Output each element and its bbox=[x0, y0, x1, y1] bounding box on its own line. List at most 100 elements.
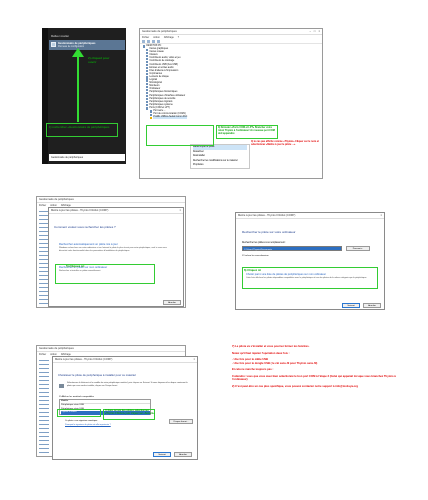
device-icon bbox=[146, 64, 149, 67]
bg2-menu[interactable]: Fichier bbox=[39, 353, 46, 356]
port-icon bbox=[150, 113, 153, 116]
callout-7-list-box bbox=[57, 409, 101, 417]
sd-next-button[interactable]: Suivant bbox=[153, 452, 171, 457]
device-icon bbox=[146, 91, 149, 95]
option-auto-desc: Windows recherchera sur votre ordinateur… bbox=[59, 247, 167, 252]
bd-path-input[interactable]: C:\Users\Thymio\Documents bbox=[242, 246, 342, 251]
update-driver-dialog: Mettre à jour les pilotes - Thymio II Ro… bbox=[48, 207, 184, 307]
close-icon[interactable]: × bbox=[380, 214, 382, 217]
sd-titlebar: Mettre à jour les pilotes - Thymio II Ro… bbox=[53, 357, 197, 363]
sd-signed-note: Ce pilote a une signature numérique. bbox=[65, 420, 98, 422]
menu-fichier[interactable]: Fichier bbox=[142, 36, 149, 39]
arrow-head-icon bbox=[72, 48, 84, 57]
dm-tree: DESKTOP-PC Cartes graphiques Cartes rése… bbox=[140, 44, 322, 120]
dm-context-menu: Mettre à jour le pilote Désactiver Désin… bbox=[190, 144, 250, 169]
section-label: Meilleur résultat bbox=[51, 35, 69, 38]
ports-highlight bbox=[146, 125, 214, 146]
callout-2: 2) cliqued pour ouvrir bbox=[88, 56, 110, 64]
bg-title: Gestionnaire de périphériques bbox=[39, 198, 74, 201]
minimize-icon[interactable]: – bbox=[309, 30, 310, 33]
device-icon bbox=[146, 104, 149, 107]
search-text: Gestionnaire de périphériques bbox=[51, 156, 84, 159]
sd-compatible-checkbox[interactable]: ☑ Afficher les matériels compatibles bbox=[59, 395, 94, 398]
bd-subfolders[interactable]: ☑ Inclure les sous-dossiers bbox=[242, 254, 269, 257]
bd-titlebar: Mettre à jour les pilotes - Thymio II Ro… bbox=[236, 213, 384, 219]
close-icon[interactable]: × bbox=[193, 358, 195, 361]
sd-cancel-button[interactable]: Annuler bbox=[174, 452, 192, 457]
bd-subfolders-label: Inclure les sous-dossiers bbox=[244, 255, 269, 257]
device-icon bbox=[146, 101, 149, 104]
notes-block: 7) Le pilote va s'installer et vous pour… bbox=[232, 345, 402, 388]
device-icon bbox=[146, 85, 149, 88]
callout-6: 6) Cliquez ici bbox=[244, 268, 262, 272]
bg-menu[interactable]: Fichier bbox=[39, 204, 46, 207]
device-icon bbox=[146, 73, 149, 76]
device-icon bbox=[146, 67, 149, 70]
menu-properties[interactable]: Propriétés bbox=[193, 163, 247, 168]
maximize-icon[interactable]: □ bbox=[314, 30, 316, 33]
bd-next-button[interactable]: Suivant bbox=[342, 303, 360, 308]
sd-heading: Choisissez le pilote de périphérique à i… bbox=[58, 373, 136, 377]
dm-title: Gestionnaire de périphériques bbox=[142, 30, 177, 33]
device-manager-icon bbox=[51, 42, 56, 47]
sd-title: Mettre à jour les pilotes - Thymio II Ro… bbox=[55, 358, 113, 361]
best-result[interactable]: Gestionnaire de périphériques Panneau de… bbox=[49, 40, 125, 50]
sd-disk-button[interactable]: Disque fourni... bbox=[169, 419, 193, 424]
device-icon bbox=[146, 70, 149, 73]
callout-7: 7) Dans la liste des pilotes, sélectionn… bbox=[105, 410, 155, 415]
bg2-title: Gestionnaire de périphériques bbox=[39, 347, 74, 350]
device-icon bbox=[146, 94, 149, 98]
menu-help[interactable]: ? bbox=[178, 36, 179, 39]
search-box[interactable]: Gestionnaire de périphériques bbox=[49, 154, 125, 161]
note-1: 7) Le pilote va s'installer et vous pour… bbox=[232, 345, 310, 348]
device-icon bbox=[146, 82, 149, 85]
note-7: 2) C'est peut-être un cas plus spécifiqu… bbox=[232, 384, 359, 388]
device-icon bbox=[146, 79, 149, 82]
port-icon bbox=[146, 107, 149, 110]
back-icon[interactable] bbox=[142, 39, 145, 43]
bd-path-value: C:\Users\Thymio\Documents bbox=[244, 249, 272, 251]
callout-3: 3) Dérouler «Ports COM et LPT» Brancher … bbox=[218, 126, 275, 135]
note-5: Et cela ne marche toujours pas : bbox=[232, 368, 274, 371]
device-icon bbox=[146, 60, 149, 64]
bd-heading: Rechercher le pilote sur votre ordinateu… bbox=[242, 230, 296, 234]
browse-driver-dialog: Mettre à jour les pilotes - Thymio II Ro… bbox=[235, 212, 385, 310]
start-search-panel: Meilleur résultat Gestionnaire de périph… bbox=[42, 28, 126, 164]
ud-cancel-button[interactable]: Annuler bbox=[163, 300, 181, 305]
hardware-icon bbox=[59, 384, 64, 388]
up-arrow-icon bbox=[77, 56, 79, 122]
close-icon[interactable]: × bbox=[318, 30, 320, 33]
sd-signed-link[interactable]: Pourquoi la signature du pilote est-elle… bbox=[65, 424, 111, 426]
computer-icon bbox=[143, 45, 146, 48]
note-4: - Une fois pour le dongle USB ( le clé s… bbox=[232, 361, 318, 365]
bg2-tree-stub bbox=[39, 358, 49, 454]
bd-browse-button[interactable]: Parcourir... bbox=[346, 246, 370, 251]
forward-icon[interactable] bbox=[147, 39, 150, 43]
ud-titlebar: Mettre à jour les pilotes - Thymio II Ro… bbox=[49, 208, 183, 214]
device-icon bbox=[146, 54, 149, 57]
device-icon bbox=[146, 48, 149, 51]
start-left-rail bbox=[42, 28, 48, 164]
menu-affichage[interactable]: Affichage bbox=[164, 36, 174, 39]
select-driver-dialog: Mettre à jour les pilotes - Thymio II Ro… bbox=[52, 356, 198, 460]
option-auto[interactable]: Rechercher automatiquement un pilote mis… bbox=[59, 243, 169, 252]
properties-icon[interactable] bbox=[152, 39, 155, 43]
callout-6-box bbox=[242, 267, 378, 289]
sd-checkbox-label: Afficher les matériels compatibles bbox=[61, 396, 94, 398]
tree-item-selected[interactable]: Prolific USB-to-Serial Comm Port bbox=[143, 116, 319, 120]
bd-cancel-button[interactable]: Annuler bbox=[363, 303, 381, 308]
menu-action[interactable]: Action bbox=[153, 36, 160, 39]
option-auto-title: Rechercher automatiquement un pilote mis… bbox=[59, 243, 118, 246]
bd-title: Mettre à jour les pilotes - Thymio II Ro… bbox=[238, 214, 296, 217]
device-icon bbox=[146, 88, 149, 91]
scan-icon[interactable] bbox=[157, 39, 160, 43]
callout-1: 1) rechercher «Gestionnaire de périphéri… bbox=[49, 125, 110, 129]
close-icon[interactable]: × bbox=[179, 209, 181, 212]
note-6: Il attendre: vous que vous avez bien sél… bbox=[232, 374, 396, 382]
ud-title: Mettre à jour les pilotes - Thymio II Ro… bbox=[51, 209, 109, 212]
bd-field-label: Rechercher les pilotes à cet emplacement… bbox=[242, 242, 287, 244]
note-2: Notez qu'il faut répéter l'opération deu… bbox=[232, 351, 290, 355]
device-manager-window: Gestionnaire de périphériques – □ × Fichie… bbox=[139, 28, 323, 179]
device-icon bbox=[146, 51, 149, 54]
device-icon bbox=[146, 98, 149, 101]
